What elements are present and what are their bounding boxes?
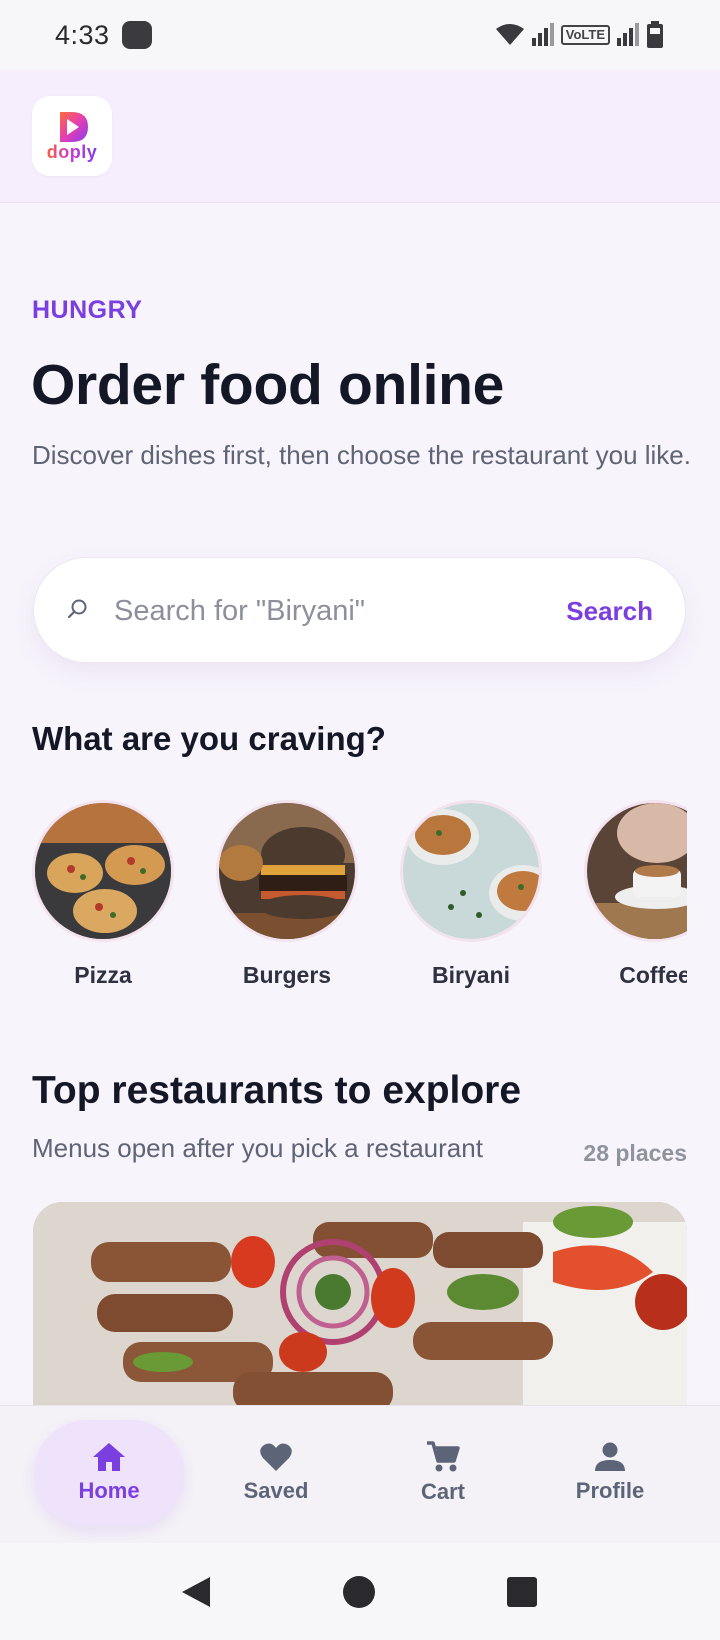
pizza-photo [32,800,174,942]
category-item-biryani[interactable]: Biryani [396,800,546,989]
app-header: doply [0,70,720,203]
hero-eyebrow: HUNGRY [32,296,143,324]
burger-photo [216,800,358,942]
volte-icon: VoLTE [560,25,610,45]
nav-label: Cart [420,1479,465,1504]
system-nav-bar [0,1543,720,1640]
logo-text: doply [46,141,98,162]
category-label: Pizza [74,962,132,988]
nav-item-home[interactable]: Home [34,1420,184,1526]
category-label: Biryani [432,962,510,988]
nav-item-saved[interactable]: Saved [201,1420,351,1526]
notification-icon [121,21,152,49]
category-item-burgers[interactable]: Burgers [212,800,362,989]
search-bar[interactable]: Search [33,557,686,663]
person-icon [595,1442,625,1471]
hero-subtitle: Discover dishes first, then choose the r… [32,440,691,470]
status-time: 4:33 [55,19,110,50]
search-input[interactable] [114,588,534,634]
nav-label: Home [78,1478,140,1503]
bottom-nav: Home Saved Cart Profile [0,1405,720,1543]
kebab-platter-photo [33,1202,687,1412]
restaurants-subtitle: Menus open after you pick a restaurant [32,1133,483,1163]
back-icon[interactable] [180,1575,212,1609]
biryani-photo [400,800,542,942]
restaurant-card[interactable] [33,1202,687,1412]
category-item-coffee[interactable]: Coffee [580,800,687,989]
app-logo[interactable]: doply [32,96,112,176]
search-icon [67,599,87,619]
heart-icon [260,1443,292,1471]
nav-label: Saved [243,1478,309,1503]
nav-label: Profile [575,1478,645,1503]
restaurants-title: Top restaurants to explore [32,1069,522,1112]
home-circle-icon[interactable] [342,1575,376,1609]
cravings-title: What are you craving? [32,720,386,757]
recents-icon[interactable] [507,1577,537,1607]
nav-item-profile[interactable]: Profile [535,1420,685,1526]
restaurant-count: 28 places [583,1140,687,1166]
cart-icon [427,1441,460,1472]
coffee-photo [584,800,687,942]
category-label: Burgers [242,962,332,988]
signal-icon [617,23,639,46]
category-label: Coffee [619,962,687,988]
status-bar: 4:33 VoLTE [0,0,720,70]
category-item-pizza[interactable]: Pizza [32,800,178,989]
category-carousel[interactable]: Pizza Burgers Biryani Coffee [32,800,687,1000]
signal-icon [531,23,554,46]
battery-icon [647,21,663,48]
play-icon [60,111,88,142]
wifi-icon [495,24,524,45]
home-icon [93,1443,125,1471]
search-button[interactable]: Search [566,588,653,634]
page-title: Order food online [31,353,505,417]
nav-item-cart[interactable]: Cart [368,1420,518,1526]
